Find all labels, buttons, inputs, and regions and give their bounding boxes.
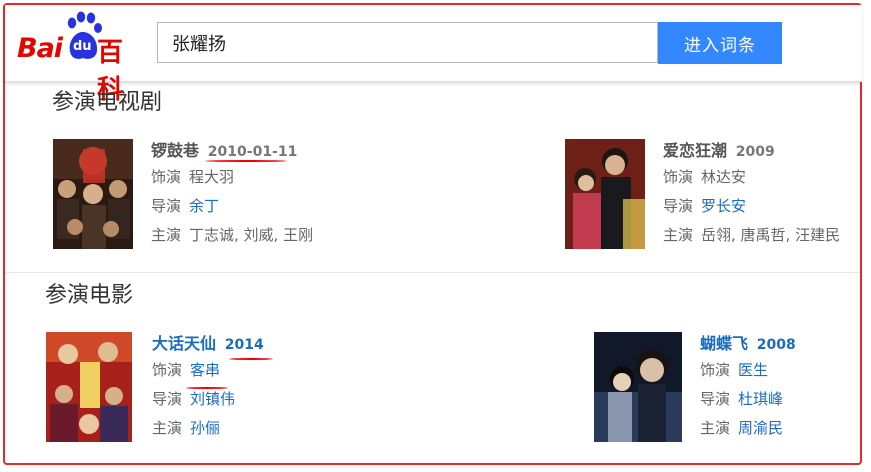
film-year-link[interactable]: 2014 (225, 337, 264, 353)
tv-info-1: 锣鼓巷 2010-01-11 饰演 程大羽 导演 余丁 主演 丁志诚, 刘威, 王刚 (151, 139, 431, 250)
director-label: 导演 (700, 390, 731, 408)
tv-year: 2010-01-11 (207, 144, 298, 160)
poster-dahua-tianxian[interactable] (46, 332, 132, 442)
role-link[interactable]: 客串 (190, 361, 220, 379)
director-label: 导演 (663, 197, 694, 215)
director-link[interactable]: 罗长安 (701, 197, 746, 215)
header: Bai du 百科 进入词条 (5, 5, 862, 105)
role-value: 程大羽 (189, 168, 235, 186)
role-label: 饰演 (663, 168, 694, 186)
search-box (157, 22, 658, 63)
tv-year: 2009 (735, 144, 775, 160)
poster-hudie-fei[interactable] (594, 332, 682, 442)
director-link[interactable]: 杜琪峰 (738, 390, 783, 408)
annotation-underline (186, 387, 228, 389)
annotation-underline (229, 358, 273, 360)
cast-value: 岳翎, 唐禹哲, 汪建民 (701, 226, 841, 244)
poster-luoguxiang[interactable] (53, 139, 133, 249)
logo-bai-text: Bai (17, 33, 63, 64)
role-label: 饰演 (700, 361, 731, 379)
film-info-2: 蝴蝶飞 2008 饰演 医生 导演 杜琪峰 主演 周渝民 (700, 332, 871, 443)
poster-ailian-kuangchao[interactable] (565, 139, 645, 249)
director-label: 导演 (151, 197, 182, 215)
section-title-tv: 参演电视剧 (52, 90, 163, 115)
cast-link[interactable]: 周渝民 (738, 419, 783, 437)
film-year-link[interactable]: 2008 (757, 337, 796, 353)
cast-label: 主演 (152, 419, 183, 437)
cast-label: 主演 (151, 226, 182, 244)
section-divider (5, 272, 860, 273)
cast-link[interactable]: 孙俪 (190, 419, 220, 437)
role-value: 林达安 (701, 168, 747, 186)
tv-title[interactable]: 爱恋狂潮 (663, 141, 727, 160)
enter-entry-button[interactable]: 进入词条 (658, 22, 782, 64)
director-link[interactable]: 余丁 (189, 197, 219, 215)
role-link[interactable]: 医生 (738, 361, 768, 379)
cast-label: 主演 (663, 226, 694, 244)
film-title-link[interactable]: 蝴蝶飞 (700, 334, 748, 353)
annotation-underline (205, 160, 287, 162)
director-label: 导演 (152, 390, 183, 408)
role-label: 饰演 (152, 361, 183, 379)
tv-title[interactable]: 锣鼓巷 (151, 141, 199, 160)
baidu-baike-logo[interactable]: Bai du 百科 (17, 11, 147, 105)
role-label: 饰演 (151, 168, 182, 186)
cast-label: 主演 (700, 419, 731, 437)
film-title-link[interactable]: 大话天仙 (152, 334, 216, 353)
director-link[interactable]: 刘镇伟 (190, 390, 235, 408)
tv-info-2: 爱恋狂潮 2009 饰演 林达安 导演 罗长安 主演 岳翎, 唐禹哲, 汪建民 (663, 139, 871, 250)
logo-du-text: du (73, 39, 92, 54)
search-input[interactable] (158, 23, 657, 62)
cast-value: 丁志诚, 刘威, 王刚 (189, 226, 314, 244)
section-title-film: 参演电影 (45, 283, 134, 308)
